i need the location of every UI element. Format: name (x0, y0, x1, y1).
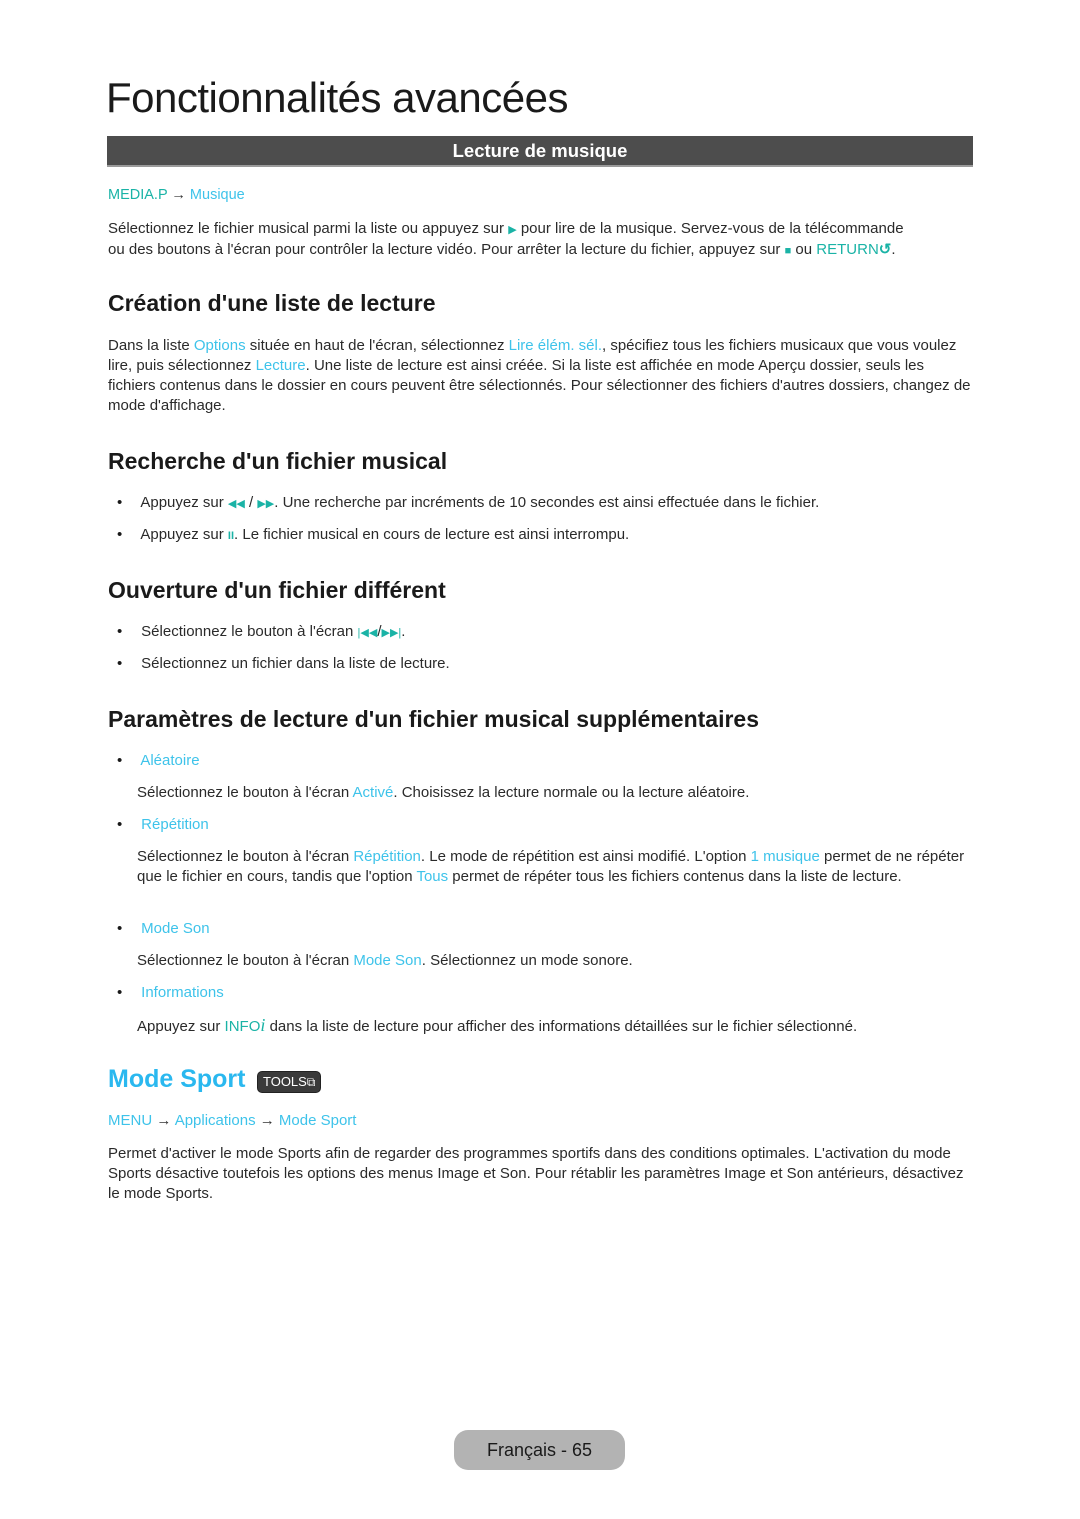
text: Sélectionnez le bouton à l'écran (137, 848, 354, 865)
text: permet de répéter tous les fichiers cont… (448, 868, 902, 885)
text: pour lire de la musique. Servez-vous de … (520, 220, 904, 237)
return-key: RETURN (816, 241, 879, 258)
list-item-informations: Informations (117, 983, 224, 1003)
text: ou (795, 241, 813, 258)
text: . (401, 623, 406, 640)
text: . Le mode de répétition est ainsi modifi… (420, 848, 751, 865)
tools-icon: ⧉ (306, 1075, 316, 1089)
bullet-icon (117, 493, 137, 513)
text: ou des boutons à l'écran pour contrôler … (108, 241, 781, 258)
path-arrow: → (171, 187, 186, 203)
info-key: INFO (224, 1018, 261, 1035)
heading-parametres: Paramètres de lecture d'un fichier music… (108, 706, 759, 732)
list-item-mode-son: Mode Son (117, 919, 210, 939)
lecture-intro-paragraph: Sélectionnez le fichier musical parmi la… (108, 219, 974, 261)
menu-path-mode-sport: MENU → Applications → Mode Sport (108, 1112, 974, 1129)
option-label-mode-son: Mode Son (141, 920, 210, 937)
play-icon: ▶ (508, 224, 517, 236)
text: . Une recherche par incréments de 10 sec… (274, 494, 820, 511)
bullet-icon (117, 983, 137, 1003)
text: / (249, 494, 254, 511)
section-header-lecture-de-musique: Lecture de musique (107, 136, 973, 167)
text: Sélectionnez le bouton à l'écran (137, 784, 353, 801)
term-lecture: Lecture (255, 357, 306, 374)
list-item: Sélectionnez un fichier dans la liste de… (117, 654, 450, 674)
text: Sélectionnez le bouton à l'écran (137, 952, 354, 969)
page-title: Fonctionnalités avancées (106, 74, 568, 121)
option-label-aleatoire: Aléatoire (140, 752, 200, 769)
heading-creation-liste: Création d'une liste de lecture (108, 290, 436, 316)
text: Appuyez sur (137, 1018, 225, 1035)
bullet-icon (117, 622, 137, 642)
heading-mode-sport: Mode Sport (108, 1065, 246, 1093)
list-item: Sélectionnez le bouton à l'écran |◀◀/▶▶|… (117, 622, 405, 643)
path-applications[interactable]: Applications (175, 1112, 256, 1129)
fast-forward-icon: ▶▶ (257, 498, 275, 510)
stop-icon: ■ (784, 245, 792, 257)
path-arrow: → (156, 1112, 172, 1129)
bullet-icon (117, 815, 137, 835)
return-icon: ↺ (878, 241, 892, 258)
text: . Le fichier musical en cours de lecture… (234, 526, 630, 543)
text: . Choisissez la lecture normale ou la le… (393, 784, 750, 801)
tools-badge: TOOLS⧉ (257, 1071, 322, 1093)
term-active: Activé (352, 784, 394, 801)
text: Sélectionnez un fichier dans la liste de… (141, 655, 450, 672)
path-item-musique[interactable]: Musique (190, 187, 245, 203)
list-item: Appuyez sur II. Le fichier musical en co… (117, 525, 629, 546)
text: Sélectionnez le bouton à l'écran (141, 623, 354, 640)
informations-description: Appuyez sur INFOi dans la liste de lectu… (137, 1015, 973, 1037)
mode-son-description: Sélectionnez le bouton à l'écran Mode So… (137, 951, 973, 971)
text: . Sélectionnez un mode sonore. (421, 952, 633, 969)
option-label-informations: Informations (141, 984, 224, 1001)
bullet-icon (117, 751, 137, 771)
text: Sélectionnez le fichier musical parmi la… (108, 220, 505, 237)
creation-paragraph: Dans la liste Options située en haut de … (108, 336, 974, 416)
term-options: Options (193, 337, 246, 354)
list-item: Appuyez sur ◀◀ / ▶▶. Une recherche par i… (117, 493, 819, 514)
term-repetition: Répétition (353, 848, 421, 865)
rewind-icon: ◀◀ (227, 498, 245, 510)
term-tous: Tous (416, 868, 449, 885)
media-p-key: MEDIA.P (108, 187, 168, 203)
heading-recherche: Recherche d'un fichier musical (108, 448, 448, 474)
text: Appuyez sur (140, 526, 224, 543)
repetition-description: Sélectionnez le bouton à l'écran Répétit… (137, 847, 973, 887)
list-item-repetition: Répétition (117, 815, 209, 835)
text: Dans la liste (108, 337, 194, 354)
mode-sport-paragraph: Permet d'activer le mode Sports afin de … (108, 1145, 964, 1202)
text: dans la liste de lecture pour afficher d… (265, 1018, 858, 1035)
text: . (891, 241, 896, 258)
aleatoire-description: Sélectionnez le bouton à l'écran Activé.… (137, 783, 973, 803)
heading-ouverture: Ouverture d'un fichier différent (108, 577, 446, 603)
term-lire-elem-sel: Lire élém. sél. (508, 337, 602, 354)
page-number-footer: Français - 65 (454, 1430, 625, 1470)
path-menu[interactable]: MENU (108, 1112, 152, 1129)
bullet-icon (117, 654, 137, 674)
bullet-icon (117, 525, 137, 545)
tools-label: TOOLS (263, 1074, 307, 1089)
menu-path-musique: MEDIA.P → Musique (108, 187, 974, 203)
skip-next-icon: ▶▶| (381, 627, 402, 639)
text: située en haut de l'écran, sélectionnez (245, 337, 509, 354)
bullet-icon (117, 919, 137, 939)
term-1-musique: 1 musique (750, 848, 820, 865)
term-mode-son: Mode Son (353, 952, 422, 969)
list-item-aleatoire: Aléatoire (117, 751, 200, 771)
skip-previous-icon: |◀◀ (357, 627, 378, 639)
text: Appuyez sur (140, 494, 224, 511)
option-label-repetition: Répétition (141, 816, 209, 833)
path-arrow: → (259, 1112, 275, 1129)
path-mode-sport[interactable]: Mode Sport (279, 1112, 357, 1129)
